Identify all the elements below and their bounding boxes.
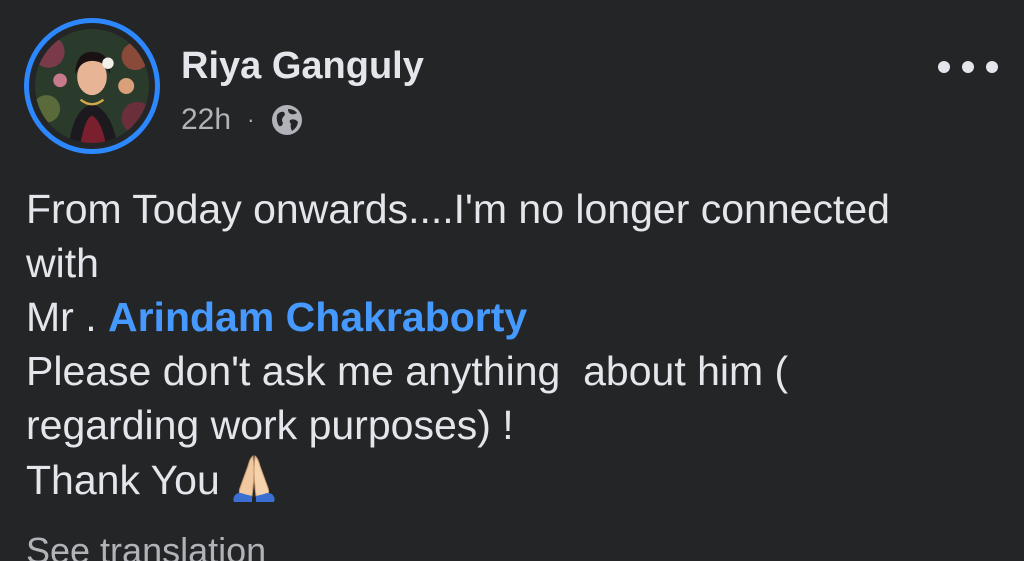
post-text-line: Please don't ask me anything about him ( — [26, 348, 789, 394]
meta-separator: · — [247, 107, 255, 132]
folded-hands-emoji-icon — [228, 452, 280, 504]
post-timestamp[interactable]: 22h — [181, 103, 231, 137]
more-dot — [986, 61, 998, 73]
facebook-post: Riya Ganguly 22h · From Today onwards...… — [0, 0, 1024, 561]
globe-icon[interactable] — [270, 103, 304, 137]
more-dot — [962, 61, 974, 73]
see-translation-link[interactable]: See translation — [26, 530, 266, 561]
more-options-icon[interactable] — [938, 50, 998, 84]
post-text-line: with — [26, 240, 99, 286]
post-text-line: From Today onwards....I'm no longer conn… — [26, 186, 890, 232]
thank-you-text: Thank You — [26, 457, 220, 503]
post-text-line: Mr . Arindam Chakraborty — [26, 290, 1001, 344]
author-avatar[interactable] — [24, 18, 160, 154]
mention-prefix: Mr . — [26, 294, 108, 340]
post-text-line: Thank You — [26, 452, 1001, 507]
author-name[interactable]: Riya Ganguly — [181, 45, 424, 88]
post-text-line: regarding work purposes) ! — [26, 402, 514, 448]
post-text: From Today onwards....I'm no longer conn… — [26, 182, 1001, 507]
more-dot — [938, 61, 950, 73]
mention-link[interactable]: Arindam Chakraborty — [108, 294, 527, 340]
profile-photo — [35, 29, 149, 143]
post-meta: 22h · — [181, 101, 304, 139]
